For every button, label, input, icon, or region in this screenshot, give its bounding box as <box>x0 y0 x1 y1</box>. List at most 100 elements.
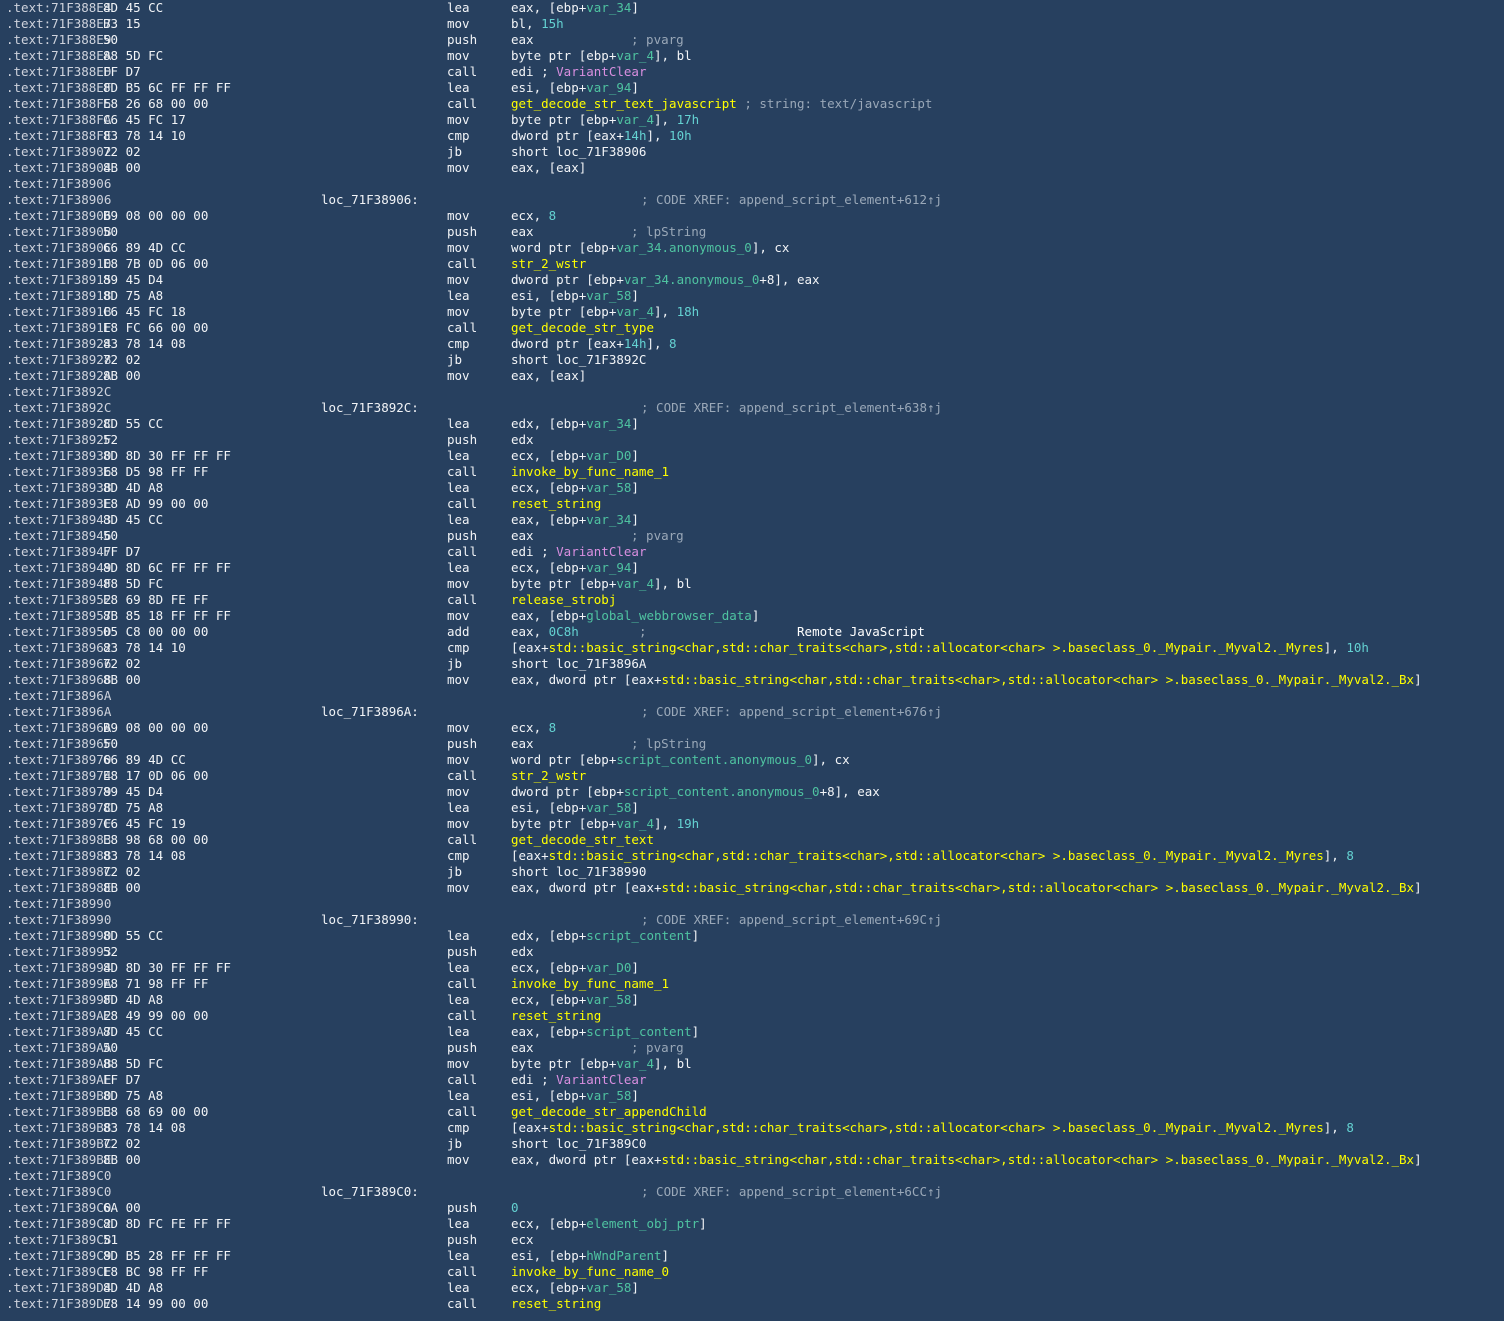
disasm-line[interactable]: .text:71F389948D 8D 30 FF FF FFleaecx, [… <box>0 960 1504 976</box>
instruction-mnemonic[interactable]: call <box>447 1104 477 1120</box>
instruction-mnemonic[interactable]: call <box>447 832 477 848</box>
instruction-operands[interactable]: eax <box>511 528 534 544</box>
instruction-operands[interactable]: dword ptr [ebp+script_content.anonymous_… <box>511 784 880 800</box>
disasm-line[interactable]: .text:71F3894650pusheax; pvarg <box>0 528 1504 544</box>
instruction-operands[interactable]: edi ; VariantClear <box>511 544 646 560</box>
location-label[interactable]: loc_71F3896A: <box>321 704 419 720</box>
instruction-mnemonic[interactable]: push <box>447 528 477 544</box>
instruction-operands[interactable]: edx <box>511 432 534 448</box>
instruction-mnemonic[interactable]: call <box>447 496 477 512</box>
disasm-line[interactable]: .text:71F388EA88 5D FCmovbyte ptr [ebp+v… <box>0 48 1504 64</box>
instruction-mnemonic[interactable]: call <box>447 544 477 560</box>
disasm-line[interactable]: .text:71F38906 <box>0 176 1504 192</box>
instruction-mnemonic[interactable]: call <box>447 256 477 272</box>
disasm-line[interactable]: .text:71F3890C66 89 4D CCmovword ptr [eb… <box>0 240 1504 256</box>
disasm-line[interactable]: .text:71F388FAC6 45 FC 17movbyte ptr [eb… <box>0 112 1504 128</box>
instruction-mnemonic[interactable]: lea <box>447 928 470 944</box>
disasm-line[interactable]: .text:71F388F5E8 26 68 00 00callget_deco… <box>0 96 1504 112</box>
disasm-line[interactable]: .text:71F389BC72 02jbshort loc_71F389C0 <box>0 1136 1504 1152</box>
instruction-mnemonic[interactable]: call <box>447 1072 477 1088</box>
disasm-line[interactable]: .text:71F389C0 <box>0 1168 1504 1184</box>
instruction-mnemonic[interactable]: add <box>447 624 470 640</box>
instruction-mnemonic[interactable]: cmp <box>447 848 470 864</box>
instruction-mnemonic[interactable]: lea <box>447 1248 470 1264</box>
disasm-line[interactable]: .text:71F3892C <box>0 384 1504 400</box>
instruction-operands[interactable]: byte ptr [ebp+var_4], 18h <box>511 304 699 320</box>
disasm-line[interactable]: .text:71F389B883 78 14 08cmp[eax+std::ba… <box>0 1120 1504 1136</box>
instruction-operands[interactable]: get_decode_str_text_javascript ; string:… <box>511 96 932 112</box>
instruction-mnemonic[interactable]: call <box>447 464 477 480</box>
instruction-mnemonic[interactable]: lea <box>447 1024 470 1040</box>
instruction-mnemonic[interactable]: lea <box>447 0 470 16</box>
instruction-mnemonic[interactable]: jb <box>447 352 462 368</box>
disasm-line[interactable]: .text:71F3895D05 C8 00 00 00addeax, 0C8h… <box>0 624 1504 640</box>
instruction-mnemonic[interactable]: lea <box>447 560 470 576</box>
instruction-mnemonic[interactable]: call <box>447 1264 477 1280</box>
instruction-operands[interactable]: byte ptr [ebp+var_4], bl <box>511 576 692 592</box>
instruction-mnemonic[interactable]: cmp <box>447 640 470 656</box>
instruction-mnemonic[interactable]: cmp <box>447 336 470 352</box>
disasm-line[interactable]: .text:71F3896672 02jbshort loc_71F3896A <box>0 656 1504 672</box>
disasm-line[interactable]: .text:71F38936E8 D5 98 FF FFcallinvoke_b… <box>0 464 1504 480</box>
disasm-line[interactable]: .text:71F388EDFF D7calledi ; VariantClea… <box>0 64 1504 80</box>
instruction-mnemonic[interactable]: mov <box>447 608 470 624</box>
disasm-line[interactable]: .text:71F38906B9 08 00 00 00movecx, 8 <box>0 208 1504 224</box>
instruction-mnemonic[interactable]: mov <box>447 816 470 832</box>
instruction-operands[interactable]: eax, [eax] <box>511 160 586 176</box>
location-label[interactable]: loc_71F3892C: <box>321 400 419 416</box>
disasm-line[interactable]: .text:71F389CFE8 BC 98 FF FFcallinvoke_b… <box>0 1264 1504 1280</box>
instruction-operands[interactable]: [eax+std::basic_string<char,std::char_tr… <box>511 640 1369 656</box>
instruction-mnemonic[interactable]: push <box>447 1232 477 1248</box>
disasm-line[interactable]: .text:71F3896AB9 08 00 00 00movecx, 8 <box>0 720 1504 736</box>
instruction-operands[interactable]: byte ptr [ebp+var_4], 19h <box>511 816 699 832</box>
instruction-operands[interactable]: str_2_wstr <box>511 256 586 272</box>
instruction-mnemonic[interactable]: jb <box>447 656 462 672</box>
instruction-operands[interactable]: edx <box>511 944 534 960</box>
instruction-operands[interactable]: reset_string <box>511 496 601 512</box>
instruction-mnemonic[interactable]: push <box>447 432 477 448</box>
instruction-mnemonic[interactable]: mov <box>447 1152 470 1168</box>
instruction-operands[interactable]: eax, [eax] <box>511 368 586 384</box>
disasm-line[interactable]: .text:71F389578B 85 18 FF FF FFmoveax, [… <box>0 608 1504 624</box>
disasm-line[interactable]: .text:71F38983E8 98 68 00 00callget_deco… <box>0 832 1504 848</box>
disasm-line[interactable]: .text:71F3896283 78 14 10cmp[eax+std::ba… <box>0 640 1504 656</box>
disasm-line[interactable]: .text:71F38974E8 17 0D 06 00callstr_2_ws… <box>0 768 1504 784</box>
instruction-operands[interactable]: eax, dword ptr [eax+std::basic_string<ch… <box>511 1152 1422 1168</box>
disasm-line[interactable]: .text:71F3896Aloc_71F3896A:; CODE XREF: … <box>0 704 1504 720</box>
disasm-line[interactable]: .text:71F38990 <box>0 896 1504 912</box>
instruction-operands[interactable]: ecx, [ebp+element_obj_ptr] <box>511 1216 707 1232</box>
instruction-mnemonic[interactable]: lea <box>447 1088 470 1104</box>
disasm-line[interactable]: .text:71F3893B8D 4D A8leaecx, [ebp+var_5… <box>0 480 1504 496</box>
instruction-mnemonic[interactable]: call <box>447 592 477 608</box>
instruction-mnemonic[interactable]: lea <box>447 480 470 496</box>
disasm-line[interactable]: .text:71F3890B50pusheax; lpString <box>0 224 1504 240</box>
disasm-line[interactable]: .text:71F389A2E8 49 99 00 00callreset_st… <box>0 1008 1504 1024</box>
instruction-mnemonic[interactable]: mov <box>447 240 470 256</box>
instruction-operands[interactable]: edx, [ebp+var_34] <box>511 416 639 432</box>
instruction-operands[interactable]: byte ptr [ebp+var_4], bl <box>511 1056 692 1072</box>
instruction-mnemonic[interactable]: push <box>447 224 477 240</box>
disasm-line[interactable]: .text:71F389D48D 4D A8leaecx, [ebp+var_5… <box>0 1280 1504 1296</box>
instruction-mnemonic[interactable]: jb <box>447 1136 462 1152</box>
instruction-mnemonic[interactable]: mov <box>447 880 470 896</box>
instruction-mnemonic[interactable]: lea <box>447 416 470 432</box>
instruction-operands[interactable]: str_2_wstr <box>511 768 586 784</box>
disasm-line[interactable]: .text:71F3892483 78 14 08cmpdword ptr [e… <box>0 336 1504 352</box>
instruction-operands[interactable]: get_decode_str_type <box>511 320 654 336</box>
instruction-mnemonic[interactable]: mov <box>447 1056 470 1072</box>
disasm-line[interactable]: .text:71F389B08D 75 A8leaesi, [ebp+var_5… <box>0 1088 1504 1104</box>
instruction-operands[interactable]: invoke_by_func_name_1 <box>511 464 669 480</box>
instruction-operands[interactable]: eax, [ebp+var_34] <box>511 0 639 16</box>
disasm-line[interactable]: .text:71F38910E8 7B 0D 06 00callstr_2_ws… <box>0 256 1504 272</box>
instruction-operands[interactable]: ecx, [ebp+var_58] <box>511 992 639 1008</box>
disasm-line[interactable]: .text:71F3892F52pushedx <box>0 432 1504 448</box>
disasm-line[interactable]: .text:71F389188D 75 A8leaesi, [ebp+var_5… <box>0 288 1504 304</box>
disasm-line[interactable]: .text:71F3890272 02jbshort loc_71F38906 <box>0 144 1504 160</box>
instruction-mnemonic[interactable]: mov <box>447 208 470 224</box>
instruction-operands[interactable]: 0 <box>511 1200 519 1216</box>
disasm-line[interactable]: .text:71F3896A <box>0 688 1504 704</box>
instruction-mnemonic[interactable]: mov <box>447 16 470 32</box>
instruction-operands[interactable]: eax <box>511 1040 534 1056</box>
instruction-operands[interactable]: invoke_by_func_name_1 <box>511 976 669 992</box>
disasm-line[interactable]: .text:71F3897989 45 D4movdword ptr [ebp+… <box>0 784 1504 800</box>
